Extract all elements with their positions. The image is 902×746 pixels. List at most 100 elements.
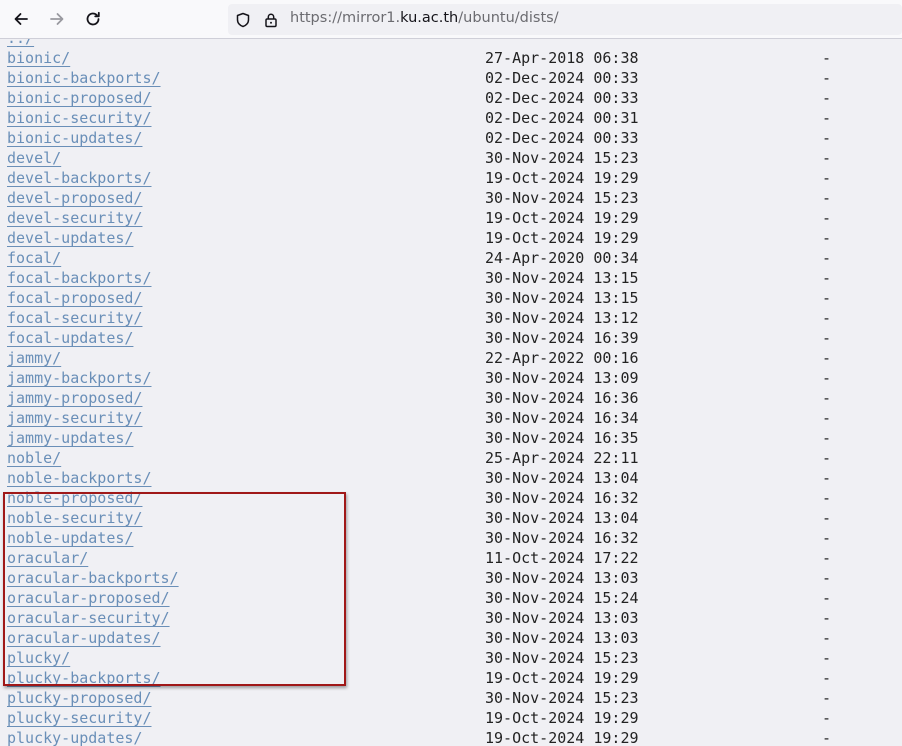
table-row: oracular-proposed/30-Nov-2024 15:24 -: [0, 588, 902, 608]
file-size: -: [822, 149, 832, 167]
file-size: -: [822, 189, 832, 207]
table-row: oracular-updates/30-Nov-2024 13:03 -: [0, 628, 902, 648]
table-row: oracular/11-Oct-2024 17:22 -: [0, 548, 902, 568]
table-row: devel-proposed/30-Nov-2024 15:23 -: [0, 188, 902, 208]
file-size: -: [822, 269, 832, 287]
file-size: -: [822, 409, 832, 427]
directory-link[interactable]: jammy-backports/: [7, 368, 152, 388]
directory-link[interactable]: plucky-backports/: [7, 668, 161, 688]
listing-rows: ../ bionic/27-Apr-2018 06:38 - bionic-back…: [0, 39, 902, 746]
modified-date: 19-Oct-2024 19:29: [485, 229, 639, 247]
directory-link[interactable]: bionic/: [7, 48, 70, 68]
directory-link[interactable]: noble-updates/: [7, 528, 133, 548]
directory-link[interactable]: devel-security/: [7, 208, 142, 228]
directory-link[interactable]: devel-updates/: [7, 228, 133, 248]
directory-link[interactable]: plucky-proposed/: [7, 688, 152, 708]
directory-link[interactable]: oracular-updates/: [7, 628, 161, 648]
table-row: jammy-security/30-Nov-2024 16:34 -: [0, 408, 902, 428]
table-row: plucky-updates/19-Oct-2024 19:29 -: [0, 728, 902, 746]
directory-link[interactable]: bionic-backports/: [7, 68, 161, 88]
file-size: -: [822, 589, 832, 607]
directory-link[interactable]: devel/: [7, 148, 61, 168]
directory-link[interactable]: focal-backports/: [7, 268, 152, 288]
modified-date: 02-Dec-2024 00:31: [485, 109, 639, 127]
directory-link[interactable]: focal-updates/: [7, 328, 133, 348]
directory-link[interactable]: oracular-backports/: [7, 568, 179, 588]
modified-date: 02-Dec-2024 00:33: [485, 69, 639, 87]
shield-icon[interactable]: [234, 11, 252, 29]
file-size: -: [822, 49, 832, 67]
directory-link[interactable]: oracular-security/: [7, 608, 170, 628]
reload-button[interactable]: [80, 6, 106, 32]
modified-date: 30-Nov-2024 13:03: [485, 569, 639, 587]
lock-icon[interactable]: [262, 11, 280, 29]
url-text[interactable]: https://mirror1.ku.ac.th/ubuntu/dists/: [290, 10, 559, 26]
reload-icon: [86, 11, 100, 26]
modified-date: 30-Nov-2024 16:32: [485, 529, 639, 547]
table-row: bionic-proposed/02-Dec-2024 00:33 -: [0, 88, 902, 108]
table-row: bionic-updates/02-Dec-2024 00:33 -: [0, 128, 902, 148]
directory-link[interactable]: bionic-security/: [7, 108, 152, 128]
directory-link[interactable]: noble-proposed/: [7, 488, 142, 508]
modified-date: 27-Apr-2018 06:38: [485, 49, 639, 67]
directory-link[interactable]: oracular/: [7, 548, 88, 568]
file-size: -: [822, 609, 832, 627]
modified-date: 30-Nov-2024 15:23: [485, 149, 639, 167]
directory-link[interactable]: noble-security/: [7, 508, 142, 528]
file-size: -: [822, 469, 832, 487]
directory-link[interactable]: jammy/: [7, 348, 61, 368]
table-row: devel-backports/19-Oct-2024 19:29 -: [0, 168, 902, 188]
table-row: devel-security/19-Oct-2024 19:29 -: [0, 208, 902, 228]
table-row: bionic/27-Apr-2018 06:38 -: [0, 48, 902, 68]
url-bar[interactable]: https://mirror1.ku.ac.th/ubuntu/dists/: [228, 4, 902, 35]
table-row: jammy-updates/30-Nov-2024 16:35 -: [0, 428, 902, 448]
table-row: bionic-security/02-Dec-2024 00:31 -: [0, 108, 902, 128]
directory-link[interactable]: plucky-updates/: [7, 728, 142, 746]
modified-date: 02-Dec-2024 00:33: [485, 129, 639, 147]
url-prefix: https://mirror1.: [290, 10, 401, 26]
parent-directory-link[interactable]: ../: [7, 39, 34, 48]
table-row: oracular-backports/30-Nov-2024 13:03 -: [0, 568, 902, 588]
table-row: plucky-proposed/30-Nov-2024 15:23 -: [0, 688, 902, 708]
parent-row: ../: [0, 39, 902, 48]
directory-link[interactable]: noble-backports/: [7, 468, 152, 488]
directory-link[interactable]: bionic-proposed/: [7, 88, 152, 108]
directory-link[interactable]: plucky-security/: [7, 708, 152, 728]
file-size: -: [822, 129, 832, 147]
file-size: -: [822, 429, 832, 447]
file-size: -: [822, 229, 832, 247]
table-row: jammy-backports/30-Nov-2024 13:09 -: [0, 368, 902, 388]
url-host: ku.ac.th: [400, 10, 459, 26]
table-row: noble-backports/30-Nov-2024 13:04 -: [0, 468, 902, 488]
table-row: noble/25-Apr-2024 22:11 -: [0, 448, 902, 468]
back-button[interactable]: [8, 6, 34, 32]
modified-date: 24-Apr-2020 00:34: [485, 249, 639, 267]
directory-link[interactable]: jammy-updates/: [7, 428, 133, 448]
directory-link[interactable]: focal-proposed/: [7, 288, 142, 308]
directory-link[interactable]: devel-proposed/: [7, 188, 142, 208]
forward-button[interactable]: [44, 6, 70, 32]
directory-link[interactable]: devel-backports/: [7, 168, 152, 188]
modified-date: 30-Nov-2024 13:04: [485, 469, 639, 487]
directory-link[interactable]: noble/: [7, 448, 61, 468]
modified-date: 30-Nov-2024 16:34: [485, 409, 639, 427]
directory-link[interactable]: plucky/: [7, 648, 70, 668]
directory-link[interactable]: focal/: [7, 248, 61, 268]
modified-date: 30-Nov-2024 13:03: [485, 609, 639, 627]
modified-date: 30-Nov-2024 16:32: [485, 489, 639, 507]
modified-date: 30-Nov-2024 16:39: [485, 329, 639, 347]
directory-link[interactable]: jammy-security/: [7, 408, 142, 428]
directory-link[interactable]: focal-security/: [7, 308, 142, 328]
file-size: -: [822, 729, 832, 746]
directory-link[interactable]: jammy-proposed/: [7, 388, 142, 408]
directory-link[interactable]: bionic-updates/: [7, 128, 142, 148]
modified-date: 30-Nov-2024 15:23: [485, 189, 639, 207]
modified-date: 22-Apr-2022 00:16: [485, 349, 639, 367]
browser-toolbar: https://mirror1.ku.ac.th/ubuntu/dists/: [0, 0, 902, 39]
table-row: focal-backports/30-Nov-2024 13:15 -: [0, 268, 902, 288]
modified-date: 11-Oct-2024 17:22: [485, 549, 639, 567]
directory-link[interactable]: oracular-proposed/: [7, 588, 170, 608]
modified-date: 30-Nov-2024 13:12: [485, 309, 639, 327]
file-size: -: [822, 369, 832, 387]
file-size: -: [822, 209, 832, 227]
